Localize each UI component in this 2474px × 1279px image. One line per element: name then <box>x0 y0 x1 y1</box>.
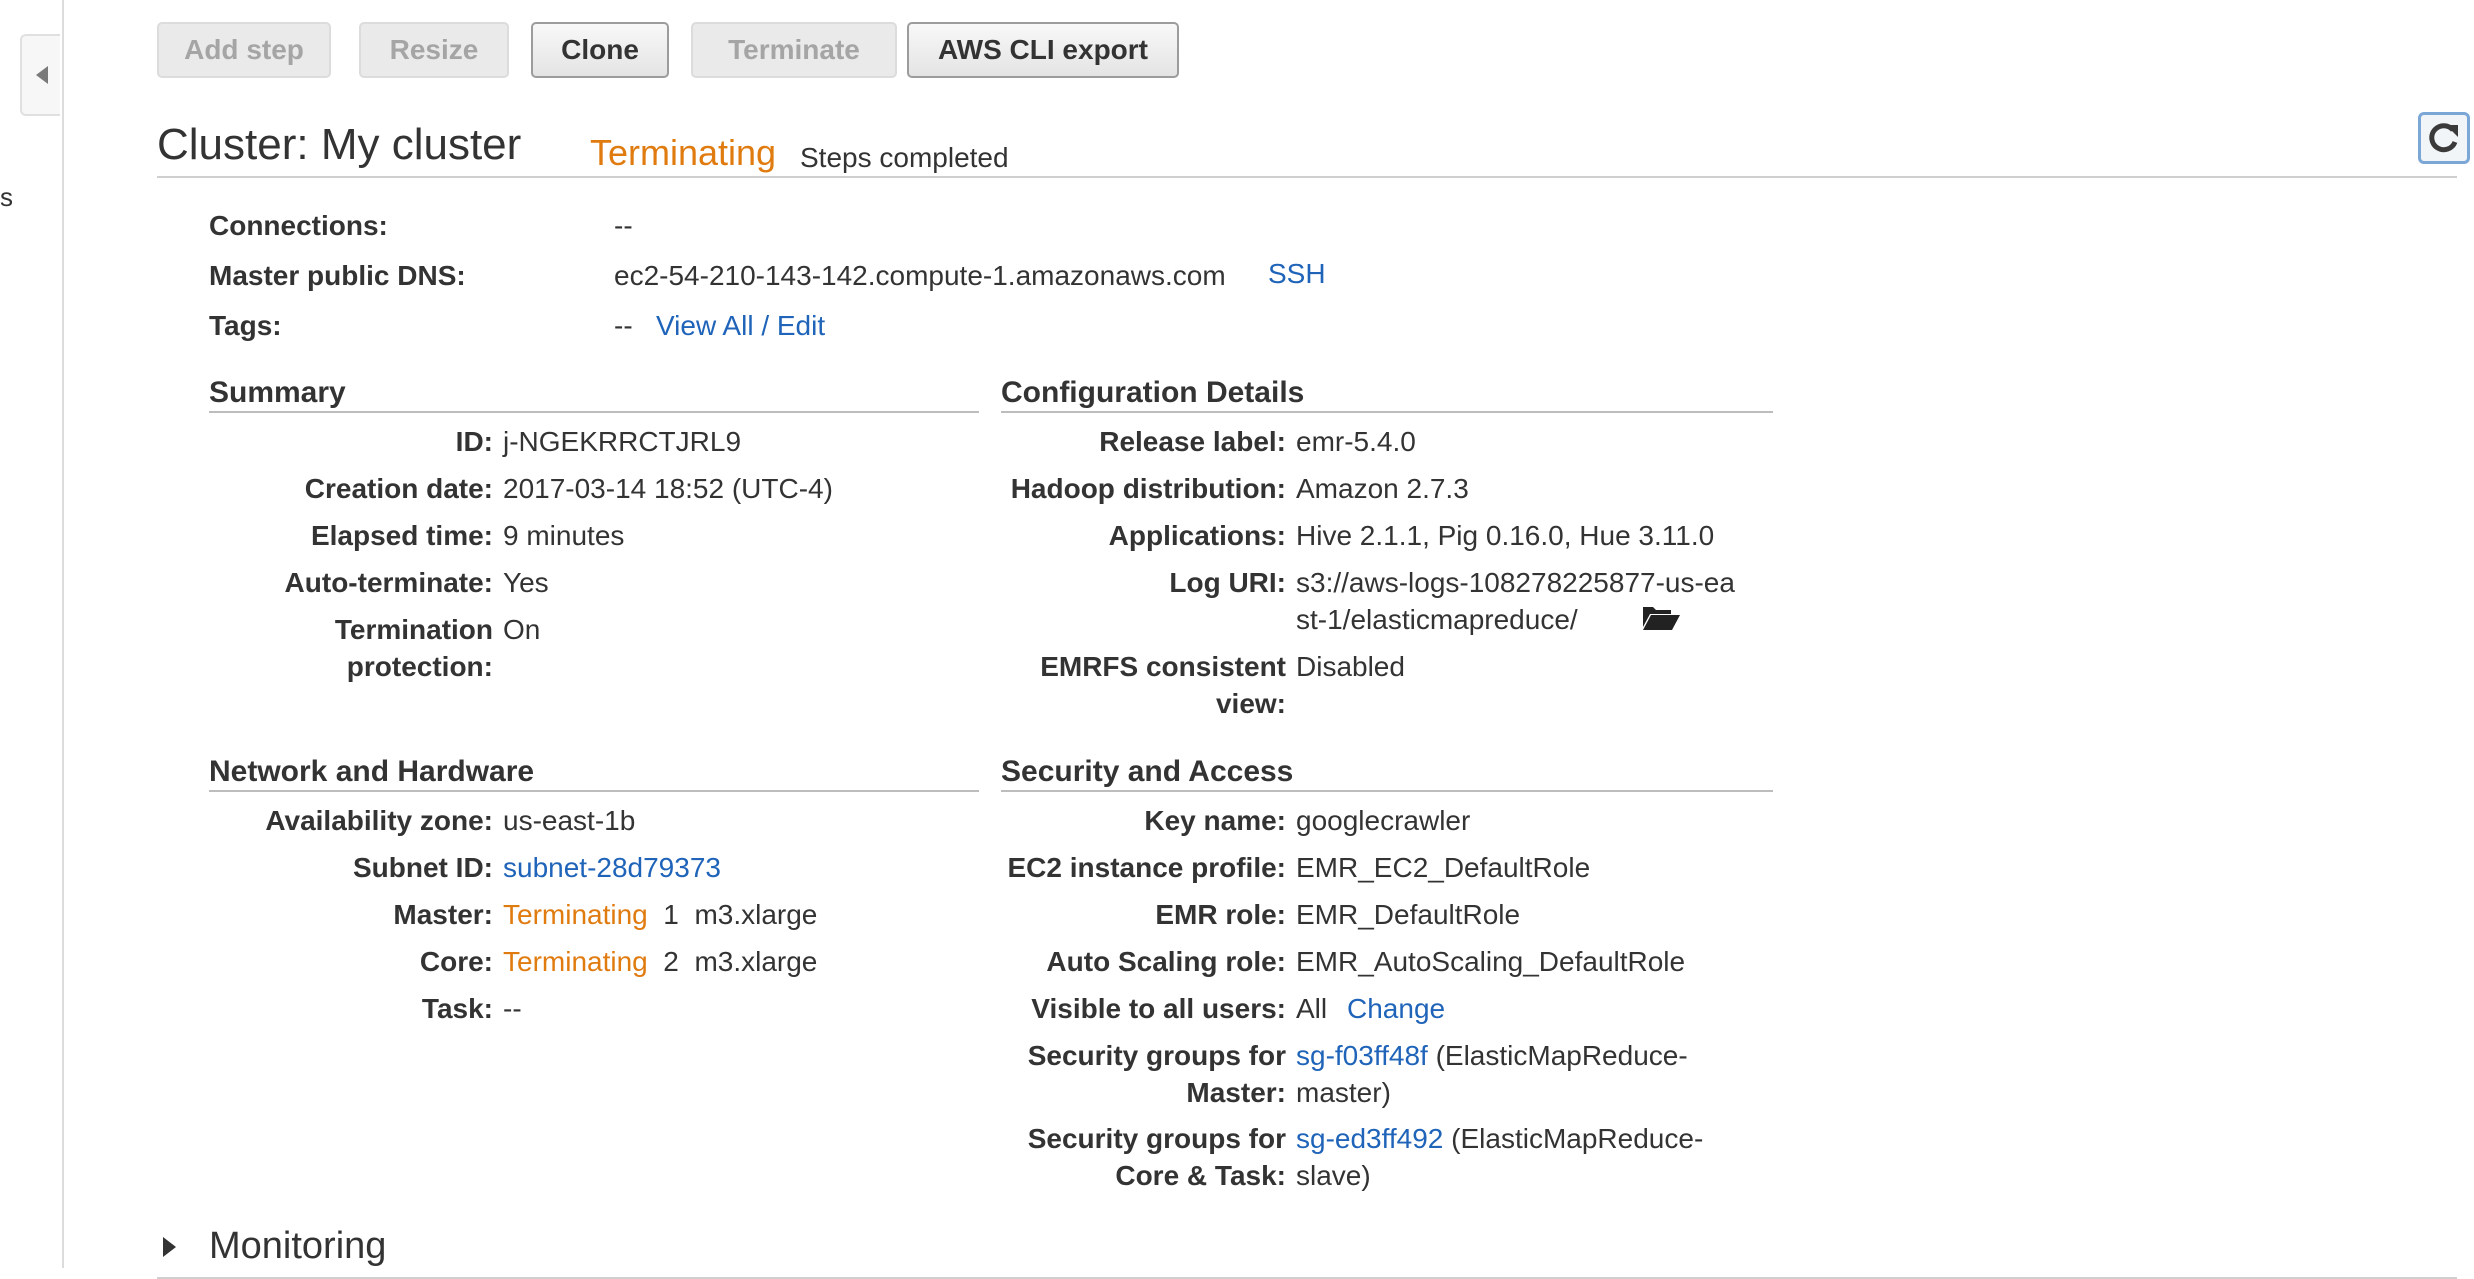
expand-monitoring-icon[interactable] <box>163 1237 176 1257</box>
visible-to-all-users-label: Visible to all users: <box>1031 993 1286 1024</box>
clone-button[interactable]: Clone <box>531 22 669 78</box>
connections-value: -- <box>614 210 633 241</box>
master-node-label: Master: <box>393 899 493 930</box>
applications-value: Hive 2.1.1, Pig 0.16.0, Hue 3.11.0 <box>1296 520 1715 551</box>
cluster-status-detail: Steps completed <box>800 142 1009 173</box>
add-step-button[interactable]: Add step <box>157 22 331 78</box>
creation-date-value: 2017-03-14 18:52 (UTC-4) <box>503 473 833 504</box>
refresh-button[interactable] <box>2418 112 2470 164</box>
security-groups-master-label: Security groups for Master: <box>1027 1040 1286 1108</box>
master-node-count: 1 <box>663 899 679 930</box>
key-name-value: googlecrawler <box>1296 805 1471 836</box>
creation-date-label: Creation date: <box>304 473 493 504</box>
cluster-status: Terminating <box>590 132 777 173</box>
elapsed-time-label: Elapsed time: <box>310 520 493 551</box>
emr-role-value: EMR_DefaultRole <box>1296 899 1521 930</box>
termination-protection-label: Termination protection: <box>334 614 493 682</box>
key-name-label: Key name: <box>1144 805 1286 836</box>
summary-heading: Summary <box>209 376 346 409</box>
configuration-heading: Configuration Details <box>1001 376 1305 409</box>
ec2-instance-profile-value: EMR_EC2_DefaultRole <box>1296 852 1591 883</box>
tags-view-edit-link[interactable]: View All / Edit <box>656 310 825 342</box>
visibility-change-link[interactable]: Change <box>1347 993 1445 1025</box>
emrfs-consistent-view-label: EMRFS consistent view: <box>1040 651 1286 719</box>
security-groups-master-value: sg-f03ff48f (ElasticMapReduce-master) <box>1296 1037 1736 1111</box>
release-label-label: Release label: <box>1099 426 1286 457</box>
security-group-master-link[interactable]: sg-f03ff48f <box>1296 1040 1428 1071</box>
security-groups-core-task-value: sg-ed3ff492 (ElasticMapReduce-slave) <box>1296 1120 1736 1194</box>
connections-label: Connections: <box>209 210 388 241</box>
auto-terminate-value: Yes <box>503 567 549 598</box>
availability-zone-value: us-east-1b <box>503 805 636 836</box>
sidebar-partial-text: s <box>0 182 13 212</box>
cluster-id-value: j-NGEKRRCTJRL9 <box>503 426 742 457</box>
core-node-status: Terminating <box>503 946 648 977</box>
emr-role-label: EMR role: <box>1155 899 1286 930</box>
task-node-label: Task: <box>421 993 493 1024</box>
log-uri-label: Log URI: <box>1169 567 1286 598</box>
security-groups-core-task-label: Security groups for Core & Task: <box>1027 1123 1286 1191</box>
core-node-instance-type: m3.xlarge <box>694 946 818 977</box>
terminate-button[interactable]: Terminate <box>691 22 897 78</box>
core-node-value: Terminating 2 m3.xlarge <box>503 946 817 978</box>
auto-terminate-label: Auto-terminate: <box>284 567 493 598</box>
aws-cli-export-button[interactable]: AWS CLI export <box>907 22 1179 78</box>
master-dns-value: ec2-54-210-143-142.compute-1.amazonaws.c… <box>614 260 1226 291</box>
master-node-status: Terminating <box>503 899 648 930</box>
release-label-value: emr-5.4.0 <box>1296 426 1416 457</box>
security-group-core-task-link[interactable]: sg-ed3ff492 <box>1296 1123 1443 1154</box>
refresh-icon <box>2429 123 2458 153</box>
elapsed-time-value: 9 minutes <box>503 520 625 551</box>
master-node-instance-type: m3.xlarge <box>694 899 818 930</box>
core-node-count: 2 <box>663 946 679 977</box>
hadoop-distribution-value: Amazon 2.7.3 <box>1296 473 1469 504</box>
cluster-id-label: ID: <box>455 426 493 457</box>
resize-button[interactable]: Resize <box>359 22 509 78</box>
chevron-left-icon <box>36 66 48 84</box>
termination-protection-value: On <box>503 614 541 645</box>
collapse-sidebar-button[interactable] <box>20 34 60 116</box>
security-access-divider <box>1001 790 1773 792</box>
page-title: Cluster: My cluster <box>157 120 522 169</box>
core-node-label: Core: <box>419 946 493 977</box>
master-node-value: Terminating 1 m3.xlarge <box>503 899 817 931</box>
master-dns-label: Master public DNS: <box>209 260 466 291</box>
hadoop-distribution-label: Hadoop distribution: <box>1010 473 1286 504</box>
network-hardware-heading: Network and Hardware <box>209 755 535 788</box>
availability-zone-label: Availability zone: <box>265 805 493 836</box>
emrfs-consistent-view-value: Disabled <box>1296 651 1405 682</box>
folder-open-icon[interactable] <box>1641 603 1681 636</box>
auto-scaling-role-label: Auto Scaling role: <box>1046 946 1286 977</box>
title-divider <box>157 176 2457 178</box>
task-node-value: -- <box>503 993 522 1024</box>
ssh-link[interactable]: SSH <box>1268 258 1326 290</box>
applications-label: Applications: <box>1108 520 1286 551</box>
network-hardware-divider <box>209 790 979 792</box>
auto-scaling-role-value: EMR_AutoScaling_DefaultRole <box>1296 946 1686 977</box>
ec2-instance-profile-label: EC2 instance profile: <box>1007 852 1286 883</box>
subnet-id-label: Subnet ID: <box>353 852 493 883</box>
visible-to-all-users-value: All <box>1296 993 1328 1024</box>
monitoring-section-toggle[interactable]: Monitoring <box>209 1225 386 1268</box>
tags-value: -- <box>614 310 633 341</box>
tags-label: Tags: <box>209 310 282 341</box>
subnet-id-link[interactable]: subnet-28d79373 <box>503 852 721 884</box>
configuration-divider <box>1001 411 1773 413</box>
summary-divider <box>209 411 979 413</box>
security-access-heading: Security and Access <box>1001 755 1294 788</box>
